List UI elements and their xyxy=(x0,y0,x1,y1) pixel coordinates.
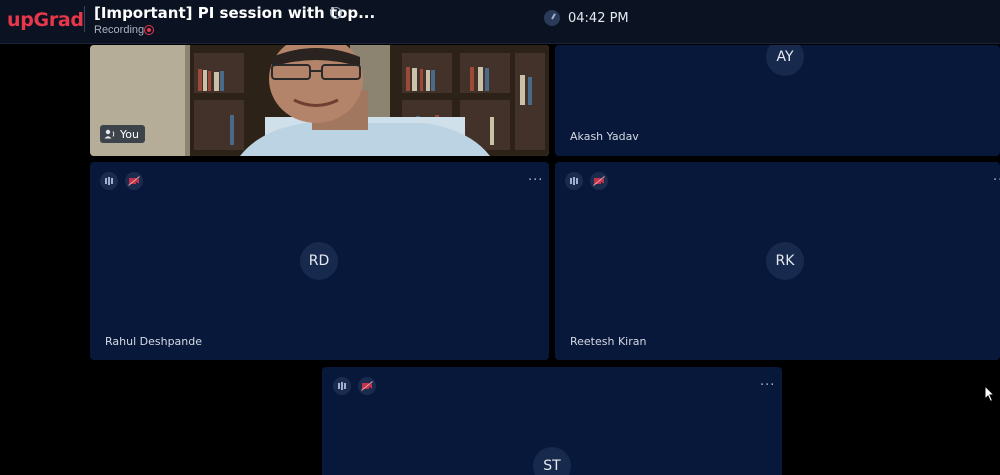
info-icon[interactable]: i xyxy=(330,7,342,19)
avatar: AY xyxy=(766,45,804,76)
participant-name: Reetesh Kiran xyxy=(570,335,647,348)
participant-name: Akash Yadav xyxy=(570,130,639,143)
clock-icon xyxy=(544,10,560,26)
meeting-header: upGrad [Important] PI session with top..… xyxy=(0,0,1000,44)
self-label: You xyxy=(120,127,139,141)
self-label-badge: You xyxy=(100,125,145,143)
meeting-time: 04:42 PM xyxy=(568,11,629,26)
avatar: RD xyxy=(300,242,338,280)
more-options-icon[interactable]: ··· xyxy=(528,174,543,187)
self-video-feed xyxy=(90,45,549,156)
video-off-icon xyxy=(125,172,143,190)
participant-name: Rahul Deshpande xyxy=(105,335,203,348)
avatar: ST xyxy=(533,447,571,475)
video-off-icon xyxy=(590,172,608,190)
more-options-icon[interactable]: ··· xyxy=(760,379,775,392)
participant-tile-akash-yadav[interactable]: AY Akash Yadav xyxy=(555,45,1000,156)
mouse-cursor-icon xyxy=(984,385,996,403)
speaking-icon xyxy=(104,129,115,139)
audio-level-icon xyxy=(565,172,583,190)
header-divider xyxy=(84,6,85,32)
avatar: RK xyxy=(766,242,804,280)
participant-tile-st[interactable]: ··· ST xyxy=(322,367,782,475)
recording-icon xyxy=(144,25,154,35)
recording-label: Recording xyxy=(94,24,145,36)
brand-logo: upGrad xyxy=(7,9,84,31)
participant-tile-reetesh-kiran[interactable]: ··· RK Reetesh Kiran xyxy=(555,162,1000,360)
audio-level-icon xyxy=(100,172,118,190)
audio-level-icon xyxy=(333,377,351,395)
participant-tile-rahul-deshpande[interactable]: ··· RD Rahul Deshpande xyxy=(90,162,549,360)
participant-tile-self[interactable]: You xyxy=(90,45,549,156)
video-off-icon xyxy=(358,377,376,395)
more-options-icon[interactable]: ··· xyxy=(993,174,1000,187)
